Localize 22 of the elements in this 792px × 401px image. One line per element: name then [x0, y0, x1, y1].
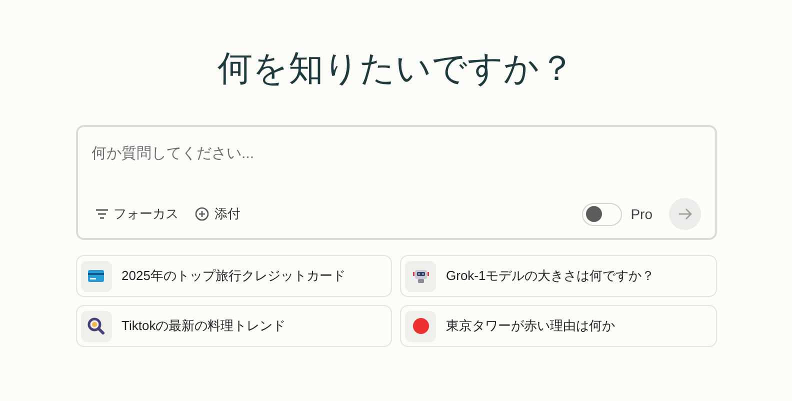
suggestion-text: Grok-1モデルの大きさは何ですか？: [446, 267, 655, 286]
circle-icon: [412, 317, 430, 335]
credit-card-icon: [88, 270, 104, 282]
suggestion-card[interactable]: 東京タワーが赤い理由は何か: [400, 305, 716, 347]
focus-button[interactable]: フォーカス: [92, 200, 182, 228]
pro-label: Pro: [630, 204, 652, 224]
suggestion-card[interactable]: Tiktokの最新の料理トレンド: [76, 305, 392, 347]
query-field[interactable]: 何か質問してください...: [92, 143, 700, 166]
arrow-right-icon: [678, 208, 692, 220]
page-heading: 何を知りたいですか？: [218, 48, 574, 90]
attach-button[interactable]: 添付: [190, 200, 244, 228]
suggestion-card[interactable]: 2025年のトップ旅行クレジットカード: [76, 255, 392, 297]
suggestion-text: Tiktokの最新の料理トレンド: [122, 317, 286, 336]
filter-icon: [96, 209, 108, 219]
pro-toggle[interactable]: [582, 202, 622, 226]
plus-circle-icon: [194, 207, 208, 221]
suggestion-text: 東京タワーが赤い理由は何か: [446, 317, 615, 336]
magnifier-icon: [87, 317, 105, 335]
suggestion-card[interactable]: Grok-1モデルの大きさは何ですか？: [400, 255, 716, 297]
submit-button[interactable]: [668, 198, 700, 230]
robot-icon: [412, 267, 430, 285]
suggestion-text: 2025年のトップ旅行クレジットカード: [122, 267, 346, 286]
